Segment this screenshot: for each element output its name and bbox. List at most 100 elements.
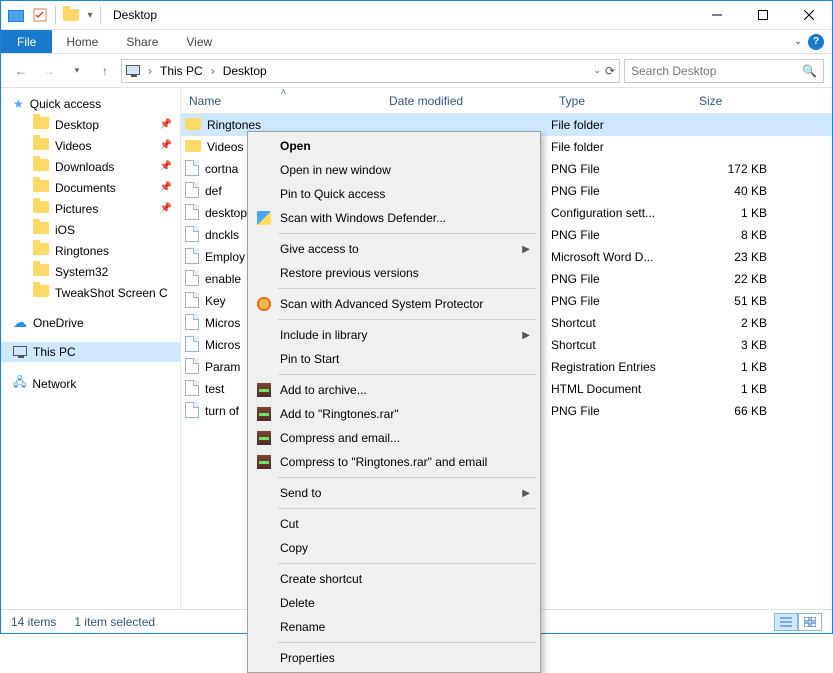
menu-item[interactable]: Cut xyxy=(250,512,538,536)
file-type: Microsoft Word D... xyxy=(551,250,691,264)
file-icon xyxy=(185,380,199,399)
file-size: 172 KB xyxy=(691,162,773,176)
menu-item[interactable]: Copy xyxy=(250,536,538,560)
menu-item[interactable]: Give access to▶ xyxy=(250,237,538,261)
column-name[interactable]: Name˄ xyxy=(181,88,381,113)
help-icon[interactable]: ? xyxy=(808,34,824,50)
details-view-button[interactable] xyxy=(774,613,798,631)
archive-icon xyxy=(256,382,272,398)
window-title: Desktop xyxy=(113,8,157,22)
menu-item[interactable]: Scan with Advanced System Protector xyxy=(250,292,538,316)
sidebar-item-label: TweakShot Screen C xyxy=(55,286,168,300)
menu-separator xyxy=(278,563,536,564)
cloud-icon: ☁ xyxy=(13,314,27,331)
menu-item[interactable]: Create shortcut xyxy=(250,567,538,591)
menu-item[interactable]: Pin to Start xyxy=(250,347,538,371)
menu-item[interactable]: Pin to Quick access xyxy=(250,182,538,206)
close-button[interactable] xyxy=(786,1,832,30)
menu-item[interactable]: Include in library▶ xyxy=(250,323,538,347)
menu-item[interactable]: Properties xyxy=(250,646,538,670)
onedrive-label: OneDrive xyxy=(33,316,84,330)
file-size: 1 KB xyxy=(691,206,773,220)
menu-item[interactable]: Add to archive... xyxy=(250,378,538,402)
pin-icon: 📌 xyxy=(160,182,172,193)
chevron-right-icon[interactable]: › xyxy=(207,64,219,78)
sidebar-item[interactable]: TweakShot Screen C xyxy=(1,282,180,303)
tab-share[interactable]: Share xyxy=(112,30,172,53)
sidebar-item[interactable]: Documents📌 xyxy=(1,177,180,198)
menu-item[interactable]: Send to▶ xyxy=(250,481,538,505)
menu-item[interactable]: Restore previous versions xyxy=(250,261,538,285)
icons-view-button[interactable] xyxy=(798,613,822,631)
folder-icon xyxy=(33,201,49,216)
file-name: Micros xyxy=(205,338,240,352)
column-type[interactable]: Type xyxy=(551,88,691,113)
minimize-button[interactable] xyxy=(694,1,740,30)
column-date[interactable]: Date modified xyxy=(381,88,551,113)
menu-separator xyxy=(278,477,536,478)
network-label: Network xyxy=(32,377,76,391)
up-button[interactable]: ↑ xyxy=(93,59,117,83)
qat-dropdown-icon[interactable]: ▾ xyxy=(84,4,96,26)
sidebar-item[interactable]: Pictures📌 xyxy=(1,198,180,219)
tab-view[interactable]: View xyxy=(172,30,226,53)
menu-item[interactable]: Scan with Windows Defender... xyxy=(250,206,538,230)
back-button[interactable]: ← xyxy=(9,59,33,83)
menu-item[interactable]: Open xyxy=(250,134,538,158)
sidebar-item[interactable]: iOS xyxy=(1,219,180,240)
chevron-right-icon: ▶ xyxy=(522,244,530,255)
address-dropdown-icon[interactable]: ⌄ xyxy=(593,65,601,76)
properties-icon[interactable] xyxy=(29,4,51,26)
sidebar-item[interactable]: Desktop📌 xyxy=(1,114,180,135)
search-input[interactable] xyxy=(631,64,802,78)
tab-home[interactable]: Home xyxy=(52,30,112,53)
address-box[interactable]: › This PC › Desktop ⌄ ⟳ xyxy=(121,59,620,83)
refresh-icon[interactable]: ⟳ xyxy=(605,64,615,78)
file-name: def xyxy=(205,184,222,198)
quick-access-header[interactable]: ★ Quick access xyxy=(1,94,180,114)
breadcrumb-root[interactable]: This PC xyxy=(160,64,203,78)
forward-button[interactable]: → xyxy=(37,59,61,83)
onedrive-item[interactable]: ☁ OneDrive xyxy=(1,311,180,334)
quick-access-toolbar: ▾ xyxy=(1,4,107,26)
ribbon-expand-icon[interactable]: ⌄ xyxy=(794,36,802,47)
window-controls xyxy=(694,1,832,30)
menu-item[interactable]: Add to "Ringtones.rar" xyxy=(250,402,538,426)
navigation-pane: ★ Quick access Desktop📌Videos📌Downloads📌… xyxy=(1,88,181,609)
file-name: dnckls xyxy=(205,228,239,242)
sidebar-item[interactable]: Ringtones xyxy=(1,240,180,261)
file-size: 8 KB xyxy=(691,228,773,242)
pc-icon xyxy=(13,345,27,359)
sidebar-item[interactable]: Videos📌 xyxy=(1,135,180,156)
file-tab[interactable]: File xyxy=(1,30,52,53)
file-icon xyxy=(185,270,199,289)
search-icon[interactable]: 🔍 xyxy=(802,64,817,78)
file-name: Key xyxy=(205,294,226,308)
network-item[interactable]: 🖧 Network xyxy=(1,370,180,397)
recent-dropdown[interactable]: ▾ xyxy=(65,59,89,83)
menu-item[interactable]: Rename xyxy=(250,615,538,639)
maximize-button[interactable] xyxy=(740,1,786,30)
breadcrumb-current[interactable]: Desktop xyxy=(223,64,267,78)
quick-access-label: Quick access xyxy=(30,97,101,111)
file-type: PNG File xyxy=(551,228,691,242)
folder-icon xyxy=(33,180,49,195)
menu-item-label: Send to xyxy=(280,486,321,500)
column-size[interactable]: Size xyxy=(691,88,781,113)
search-box[interactable]: 🔍 xyxy=(624,59,824,83)
asp-icon xyxy=(256,296,272,312)
menu-item-label: Rename xyxy=(280,620,325,634)
menu-item[interactable]: Compress and email... xyxy=(250,426,538,450)
status-count: 14 items xyxy=(11,615,56,629)
folder-icon xyxy=(60,4,82,26)
menu-item[interactable]: Delete xyxy=(250,591,538,615)
sidebar-item[interactable]: Downloads📌 xyxy=(1,156,180,177)
sidebar-item-label: Downloads xyxy=(55,160,114,174)
menu-item[interactable]: Open in new window xyxy=(250,158,538,182)
menu-item[interactable]: Compress to "Ringtones.rar" and email xyxy=(250,450,538,474)
this-pc-item[interactable]: This PC xyxy=(1,342,180,362)
separator xyxy=(100,6,101,24)
sidebar-item-label: Pictures xyxy=(55,202,98,216)
chevron-right-icon[interactable]: › xyxy=(144,64,156,78)
sidebar-item[interactable]: System32 xyxy=(1,261,180,282)
